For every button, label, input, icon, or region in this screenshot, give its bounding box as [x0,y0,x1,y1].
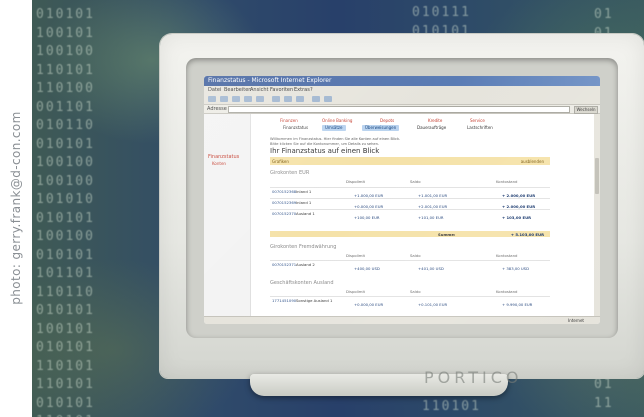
favorites-icon[interactable] [284,96,292,102]
page-title: Ihr Finanzstatus auf einen Blick [270,147,380,155]
account-number-link[interactable]: 0070152370 [272,211,296,216]
account-name: Ausland 1 [296,211,315,216]
intro-text-2: Bitte klicken Sie auf die Kontonummer, u… [270,142,380,146]
intro-text-1: Willkommen im Finanzstatus. Hier finden … [270,137,401,141]
account-name: Ausland 2 [296,262,315,267]
table-row-divider [270,296,550,297]
address-bar: Adresse Wechseln zu [204,105,600,118]
photo-frame: photo: gerry.frank@d-con.com 010101 1001… [0,0,644,417]
tab-primary[interactable]: Depots [380,118,394,123]
table-row-divider [270,209,550,210]
column-header-saldo: Saldo [410,179,421,184]
table-cell-value: + 103,00 EUR [502,215,532,220]
column-header-dispolimit: Dispolimit [346,289,366,294]
photograph: 010101 100101 100100 110101 110100 00110… [32,0,644,417]
primary-tabs: Finanzen Online Banking Depots Kredite Servi… [270,118,560,125]
account-number-link[interactable]: 0070152368 [272,189,296,194]
column-header-kontostand: Kontostand [496,179,518,184]
column-header-saldo: Saldo [410,253,421,258]
table-cell-value: +0.000,00 EUR [354,302,384,307]
menu-item[interactable]: Ansicht [250,87,268,93]
column-header-dispolimit: Dispolimit [346,179,366,184]
table-row-divider [270,187,550,188]
grafiken-label: Grafiken [272,159,289,164]
browser-titlebar: Finanzstatus - Microsoft Internet Explor… [204,76,600,86]
table-cell-value: +0.101,00 EUR [418,302,448,307]
menu-item[interactable]: Datei [208,87,221,93]
tab-primary[interactable]: Service [470,118,485,123]
section-title-fremdwaehrung: Girokonten Fremdwährung [270,244,337,250]
print-icon[interactable] [324,96,332,102]
menu-item[interactable]: ? [310,87,313,93]
browser-toolbar [204,94,600,105]
column-header-kontostand: Kontostand [496,289,518,294]
web-page: Finanzstatus Konten Finanzen Online Banki… [204,114,600,316]
account-number-link[interactable]: 0070152369 [272,200,296,205]
tab-secondary[interactable]: Umsätze [322,125,346,131]
account-name: Sonstige Ausland 1 [296,298,333,303]
status-zone: Internet [568,318,584,323]
table-row-divider [270,260,550,261]
grafiken-toggle-link[interactable]: ausblenden [521,159,544,164]
menu-item[interactable]: Bearbeiten [224,87,251,93]
column-header-dispolimit: Dispolimit [346,253,366,258]
account-number-link[interactable]: 1771451090 [272,298,296,303]
binary-digits-left: 010101 100101 100100 110101 110100 00110… [36,7,95,417]
table-row-divider [270,198,550,199]
grafiken-bar: Grafiken ausblenden [270,157,550,165]
summe-bar: Summe: + 5.103,00 EUR [270,231,550,237]
tab-secondary[interactable]: Überweisungen [362,125,400,131]
account-name: Inland 1 [296,200,312,205]
crt-monitor: Finanzstatus - Microsoft Internet Explor… [160,34,644,378]
section-title-ausland: Geschäftskonten Ausland [270,280,334,286]
forward-icon[interactable] [220,96,228,102]
browser-statusbar: Internet [204,316,600,324]
tab-secondary[interactable]: Lastschriften [464,125,496,131]
tab-secondary[interactable]: Daueraufträge [414,125,449,131]
nav-link-konten[interactable]: Konten [212,161,226,166]
account-name: Inland 1 [296,189,312,194]
history-icon[interactable] [296,96,304,102]
tab-primary[interactable]: Online Banking [322,118,352,123]
table-cell-value: +100,00 EUR [354,215,380,220]
home-icon[interactable] [256,96,264,102]
credit-strip: photo: gerry.frank@d-con.com [0,0,32,417]
secondary-tabs: Finanzstatus Umsätze Überweisungen Dauerauf… [280,125,550,132]
stop-icon[interactable] [232,96,240,102]
go-button[interactable]: Wechseln zu [574,106,598,118]
search-icon[interactable] [272,96,280,102]
table-cell-value: + 383,00 USD [502,266,529,271]
left-navigation: Finanzstatus Konten [204,114,251,316]
photo-credit: photo: gerry.frank@d-con.com [9,111,23,305]
scrollbar-thumb[interactable] [595,158,599,194]
table-cell-value: +101,00 EUR [418,215,444,220]
monitor-screen: Finanzstatus - Microsoft Internet Explor… [204,76,600,324]
mail-icon[interactable] [312,96,320,102]
tab-secondary[interactable]: Finanzstatus [280,125,311,131]
address-input[interactable] [228,106,570,113]
tab-primary[interactable]: Finanzen [280,118,298,123]
summe-value: + 5.103,00 EUR [510,232,544,237]
browser-menubar: Datei Bearbeiten Ansicht Favoriten Extras? [204,86,600,94]
menu-item[interactable]: Extras [294,87,310,93]
table-cell-value: + 9.990,00 EUR [502,302,533,307]
table-cell-value: +401,00 USD [418,266,444,271]
binary-digits-bottom: 110101 [422,399,481,414]
page-scrollbar[interactable] [594,114,600,316]
table-cell-value: +400,00 USD [354,266,380,271]
browser-title: Finanzstatus - Microsoft Internet Explor… [208,77,332,84]
refresh-icon[interactable] [244,96,252,102]
column-header-kontostand: Kontostand [496,253,518,258]
column-header-saldo: Saldo [410,289,421,294]
section-title-eur: Girokonten EUR [270,170,310,176]
address-label: Adresse [207,106,227,112]
back-icon[interactable] [208,96,216,102]
monitor-brand-logo: PORTICO [424,368,523,387]
nav-logo[interactable]: Finanzstatus [208,154,239,160]
menu-item[interactable]: Favoriten [270,87,293,93]
summe-label: Summe: [438,232,456,237]
account-number-link[interactable]: 0070152371 [272,262,296,267]
tab-primary[interactable]: Kredite [428,118,442,123]
